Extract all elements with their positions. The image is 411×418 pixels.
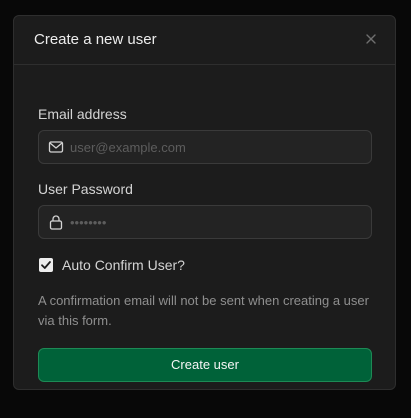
dialog-header: Create a new user	[14, 16, 395, 65]
password-label: User Password	[38, 181, 133, 197]
create-user-button[interactable]: Create user	[38, 348, 372, 382]
auto-confirm-label[interactable]: Auto Confirm User?	[62, 257, 185, 273]
email-label: Email address	[38, 106, 127, 122]
lock-icon	[48, 214, 64, 230]
email-field	[38, 130, 372, 164]
check-icon	[41, 261, 51, 269]
close-button[interactable]	[363, 31, 379, 47]
help-text: A confirmation email will not be sent wh…	[38, 293, 369, 328]
mail-icon	[48, 139, 64, 155]
create-user-dialog: Create a new user Email address User Pas…	[13, 15, 396, 390]
password-input[interactable]	[70, 206, 365, 238]
password-field	[38, 205, 372, 239]
dialog-title: Create a new user	[34, 31, 157, 48]
auto-confirm-checkbox[interactable]	[39, 258, 53, 272]
close-icon	[366, 34, 376, 44]
email-input[interactable]	[70, 131, 365, 163]
